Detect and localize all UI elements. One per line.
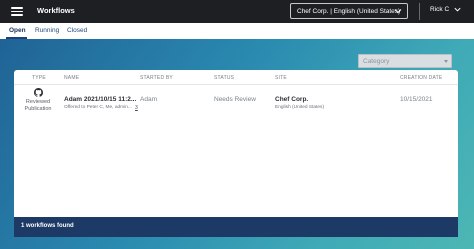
- row-site: Chef Corp.: [275, 96, 309, 103]
- workflow-count: 1 workflows found: [21, 223, 74, 229]
- column-header-site: SITE: [275, 75, 287, 81]
- row-name-subtext: Offered to Peter C, Me, admin...: [64, 105, 132, 110]
- tab-open[interactable]: Open: [9, 27, 26, 34]
- chevron-down-icon: [454, 7, 461, 12]
- tabs-bar: Open Running Closed: [0, 23, 474, 39]
- site-language-selector[interactable]: Chef Corp. | English (United States): [290, 3, 408, 19]
- category-placeholder: Category: [363, 58, 390, 65]
- workflows-table: TYPE NAME STARTED BY STATUS SITE CREATIO…: [14, 70, 458, 217]
- user-name: Rick C: [430, 6, 450, 14]
- chevron-down-icon: [394, 9, 402, 14]
- row-site-language: English (United States): [275, 105, 325, 110]
- caret-down-icon: [444, 60, 448, 63]
- table-row[interactable]: Reviewed Publication Adam 2021/10/15 11:…: [14, 85, 458, 119]
- header-divider: [419, 3, 420, 20]
- row-started-by-more-link[interactable]: 3: [135, 105, 138, 111]
- column-header-status: STATUS: [214, 75, 235, 81]
- row-started-by: Adam: [140, 96, 157, 103]
- column-header-type: TYPE: [32, 75, 46, 81]
- top-bar: Workflows Chef Corp. | English (United S…: [0, 0, 474, 23]
- row-name[interactable]: Adam 2021/10/15 11:2...: [64, 96, 136, 103]
- user-menu[interactable]: Rick C: [430, 5, 462, 17]
- app-title: Workflows: [37, 6, 75, 15]
- row-type-label: Reviewed Publication: [24, 99, 52, 112]
- site-language-value: Chef Corp. | English (United States): [297, 8, 401, 15]
- row-creation-date: 10/15/2021: [400, 96, 433, 103]
- column-header-name: NAME: [64, 75, 80, 81]
- table-footer: 1 workflows found: [14, 217, 458, 237]
- github-icon: [34, 88, 43, 97]
- active-tab-indicator: [6, 37, 27, 39]
- row-status: Needs Review: [214, 96, 256, 103]
- tab-running[interactable]: Running: [35, 27, 59, 34]
- hamburger-menu-icon[interactable]: [11, 7, 23, 16]
- tab-closed[interactable]: Closed: [67, 27, 87, 34]
- column-header-started-by: STARTED BY: [140, 75, 173, 81]
- column-header-creation-date: CREATION DATE: [400, 75, 443, 81]
- category-filter-select[interactable]: Category: [358, 54, 452, 68]
